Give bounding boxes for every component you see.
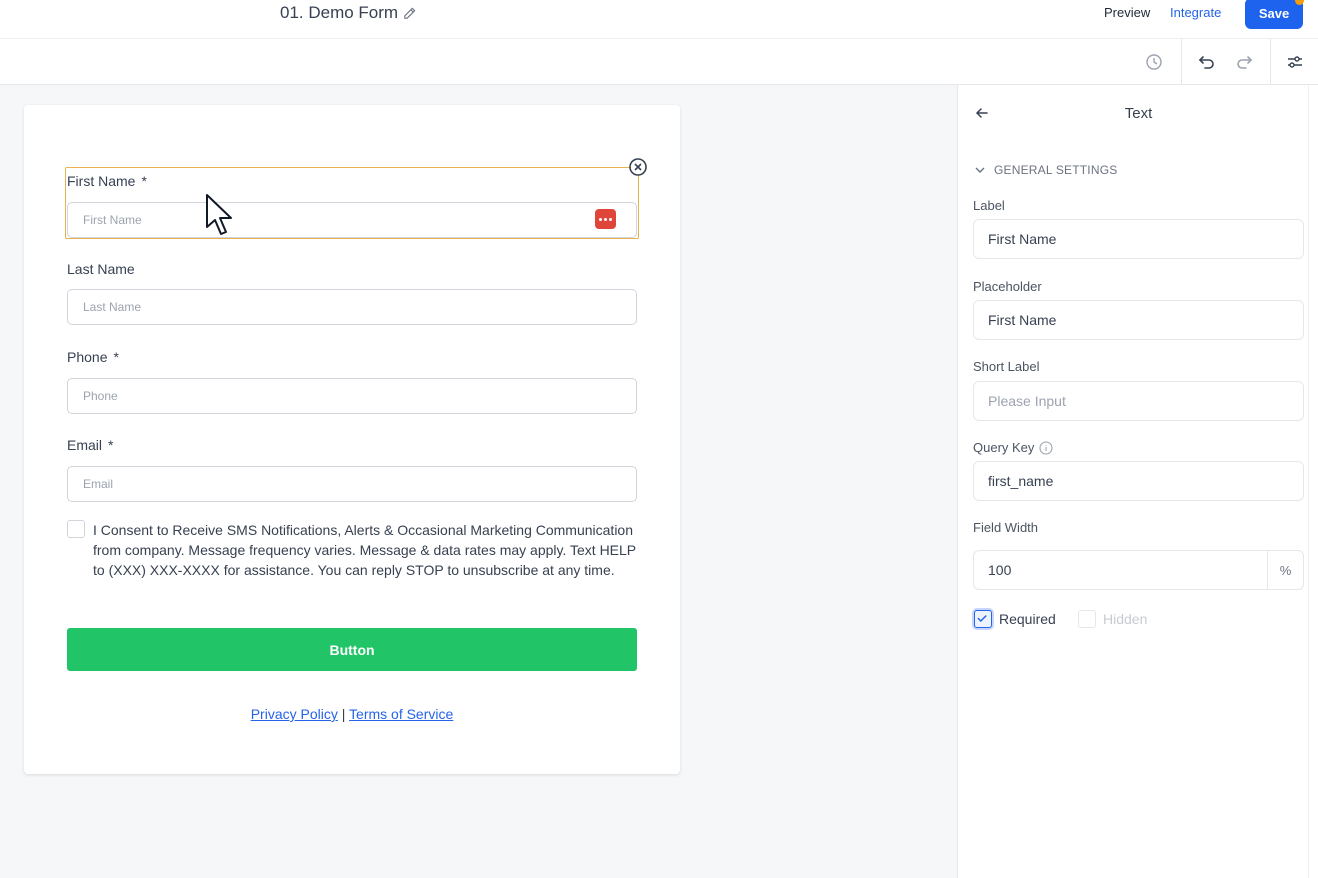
last-name-label: Last Name [67,261,135,277]
phone-placeholder: Phone [83,389,118,403]
label-field-title: Label [973,198,1005,213]
placeholder-input[interactable]: First Name [973,300,1304,340]
undo-icon[interactable] [1197,52,1217,72]
form-canvas: First Name * First Name Last Name Last Na… [24,105,680,774]
sliders-icon[interactable] [1285,52,1305,72]
arrow-left-icon[interactable] [974,105,990,121]
redo-icon[interactable] [1234,52,1254,72]
field-width-title: Field Width [973,520,1039,535]
terms-of-service-link[interactable]: Terms of Service [349,706,453,722]
panel-scrollbar[interactable] [1308,85,1318,878]
hidden-checkbox[interactable] [1078,610,1096,628]
first-name-placeholder: First Name [83,213,142,227]
email-input[interactable]: Email [67,466,637,502]
consent-checkbox[interactable] [67,520,85,538]
privacy-policy-link[interactable]: Privacy Policy [251,706,338,722]
close-circle-icon[interactable] [628,157,648,177]
toolbar-divider [1270,39,1271,85]
placeholder-field-title: Placeholder [973,279,1042,294]
save-button[interactable]: Save [1245,0,1303,29]
first-name-label: First Name * [67,173,147,189]
required-label: Required [999,611,1056,627]
integrate-link[interactable]: Integrate [1170,5,1221,20]
phone-label: Phone * [67,349,119,365]
query-key-input[interactable]: first_name [973,461,1304,501]
consent-text: I Consent to Receive SMS Notifications, … [93,522,636,578]
general-settings-header[interactable]: GENERAL SETTINGS [974,163,1117,177]
form-title-text: 01. Demo Form [280,3,399,22]
panel-title: Text [1124,105,1153,122]
last-name-input[interactable]: Last Name [67,289,637,325]
email-label: Email * [67,437,114,453]
submit-button[interactable]: Button [67,628,637,671]
footer-links: Privacy Policy | Terms of Service [24,706,680,722]
required-checkbox[interactable] [974,610,992,628]
mouse-cursor-icon [206,194,232,235]
settings-panel: Text GENERAL SETTINGS Label First Name P… [957,85,1318,878]
hidden-label: Hidden [1103,611,1148,627]
email-placeholder: Email [83,477,114,491]
top-bar: 01. Demo Form Preview Integrate Save [0,0,1318,39]
toolbar [0,39,1318,85]
dots-badge-icon[interactable] [595,209,616,229]
chevron-down-icon [975,167,985,173]
form-title[interactable]: 01. Demo Form [280,3,417,23]
field-width-unit: % [1267,551,1303,589]
toolbar-divider [1181,39,1182,85]
check-icon [977,615,987,623]
first-name-input[interactable]: First Name [67,202,637,238]
info-icon[interactable] [1039,440,1053,455]
last-name-placeholder: Last Name [83,300,142,314]
links-separator: | [341,706,346,722]
short-label-input[interactable]: Please Input [973,381,1304,421]
pencil-icon[interactable] [402,6,417,21]
short-label-field-title: Short Label [973,359,1040,374]
clock-icon[interactable] [1144,52,1164,72]
label-input[interactable]: First Name [973,219,1304,259]
field-width-value: 100 [988,562,1012,578]
query-key-field-title: Query Key [973,440,1053,455]
field-width-input[interactable]: 100 % [973,550,1304,590]
preview-link[interactable]: Preview [1104,5,1150,20]
phone-input[interactable]: Phone [67,378,637,414]
